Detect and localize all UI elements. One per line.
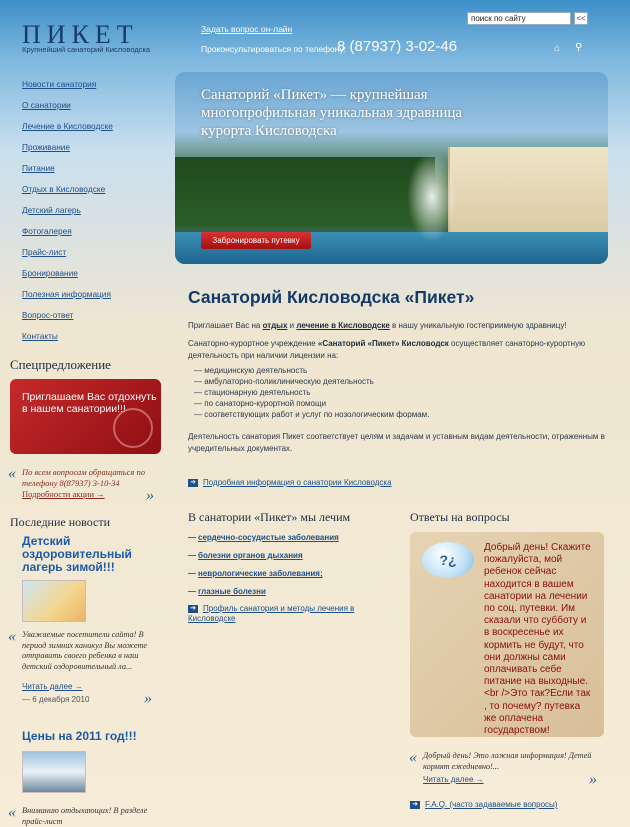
hero-banner: Санаторий «Пикет» — крупнейшая многопроф… xyxy=(175,72,608,264)
home-icon[interactable]: ⌂ xyxy=(554,44,564,54)
nav-item-food[interactable]: Питание xyxy=(22,158,172,179)
arrow-right-icon: ➜ xyxy=(188,604,198,613)
desc-text-a: Санаторно-курортное учреждение xyxy=(188,339,318,348)
list-item: медицинскую деятельность xyxy=(194,365,594,376)
quote-open-icon: « xyxy=(8,804,16,821)
question-bubble-icon: ?¿ xyxy=(422,542,474,578)
news-headline-2[interactable]: Цены на 2011 год!!! xyxy=(22,730,142,743)
hero-trees xyxy=(175,157,435,227)
nav-item-prices[interactable]: Прайс-лист xyxy=(22,242,172,263)
quote-open-icon: « xyxy=(8,465,16,482)
news-image-1[interactable] xyxy=(22,580,86,622)
list-item: соответствующих работ и услуг по нозолог… xyxy=(194,409,594,420)
search-button[interactable]: << xyxy=(574,12,588,25)
faq-title: Ответы на вопросы xyxy=(410,510,510,524)
news-date-1: — 6 декабря 2010 xyxy=(22,695,90,704)
nav-item-gallery[interactable]: Фотогалерея xyxy=(22,221,172,242)
intro-text-c: и xyxy=(287,321,297,330)
profile-link[interactable]: Профиль санатория и методы лечения в Кис… xyxy=(188,604,354,623)
treatment-item-cardio[interactable]: сердечно-сосудистые заболевания xyxy=(188,532,388,550)
intro-text-a: Приглашает Вас на xyxy=(188,321,263,330)
treatment-list: сердечно-сосудистые заболевания болезни … xyxy=(188,532,388,604)
nav-item-accommodation[interactable]: Проживание xyxy=(22,137,172,158)
news-text-1: Уважаемые посетители сайта! В период зим… xyxy=(22,630,148,671)
desc-org-name: «Санаторий «Пикет» Кисловодск xyxy=(317,339,449,348)
nav-item-treatment[interactable]: Лечение в Кисловодске xyxy=(22,116,172,137)
special-offer-note: По всем вопросам обращаться по телефону … xyxy=(22,467,162,500)
nav-item-kids-camp[interactable]: Детский лагерь xyxy=(22,200,172,221)
nav-item-booking[interactable]: Бронирование xyxy=(22,263,172,284)
leisure-link[interactable]: отдых xyxy=(263,321,288,330)
latest-news-title: Последние новости xyxy=(10,515,111,529)
special-offer-title: Спецпредложение xyxy=(10,357,111,372)
phone-number: 8 (87937) 3-02-46 xyxy=(337,38,458,55)
treatment-item-neuro[interactable]: неврологические заболевания; xyxy=(188,568,388,586)
special-offer-banner[interactable]: Приглашаем Вас отдохнуть в нашем санатор… xyxy=(10,379,161,454)
ask-online-link[interactable]: Задать вопрос он-лайн xyxy=(201,24,292,34)
special-offer-phone-text: По всем вопросам обращаться по телефону … xyxy=(22,467,145,488)
nav-item-info[interactable]: Полезная информация xyxy=(22,284,172,305)
faq-question-text: Добрый день! Скажите пожалуйста, мой реб… xyxy=(484,542,591,737)
treatment-item-respiratory[interactable]: болезни органов дыхания xyxy=(188,550,388,568)
detail-info-link-row[interactable]: ➜ Подробная информация о санатории Кислов… xyxy=(188,478,392,487)
arrow-right-icon: ➜ xyxy=(188,478,198,487)
treatment-link[interactable]: лечение в Кисловодске xyxy=(296,321,389,330)
nav-item-faq[interactable]: Вопрос-ответ xyxy=(22,305,172,326)
page-title: Санаторий Кисловодска «Пикет» xyxy=(188,287,475,307)
list-item: стационарную деятельность xyxy=(194,387,594,398)
intro-paragraph: Приглашает Вас на отдых и лечение в Кисл… xyxy=(188,320,618,332)
quote-close-icon: » xyxy=(146,487,154,504)
treatment-title: В санатории «Пикет» мы лечим xyxy=(188,510,351,524)
flower-ornament-icon xyxy=(113,408,153,448)
nav-item-news[interactable]: Новости санатория xyxy=(22,74,172,95)
phone-label: Проконсультироваться по телефону: xyxy=(201,44,347,54)
hero-fountain xyxy=(407,152,457,242)
search-input[interactable] xyxy=(467,12,571,25)
news-more-link-1[interactable]: Читать далее → xyxy=(22,682,83,691)
logo-subtitle: Крупнейший санаторий Кисловодска xyxy=(22,45,151,54)
hero-caption: Санаторий «Пикет» — крупнейшая многопроф… xyxy=(201,87,463,139)
faq-page-link[interactable]: F.A.Q. (часто задаваемые вопросы) xyxy=(425,800,557,809)
quote-open-icon: « xyxy=(8,628,16,645)
list-item: амбулаторно-поликлиническую деятельность xyxy=(194,376,594,387)
faq-answer-note: Добрый день! Это ложная информация! Дете… xyxy=(423,751,592,771)
detail-info-link[interactable]: Подробная информация о санатории Кислово… xyxy=(203,478,392,487)
nav-item-contacts[interactable]: Контакты xyxy=(22,326,172,347)
book-voucher-button[interactable]: Забронировать путевку xyxy=(201,232,311,249)
nav-item-about[interactable]: О санатории xyxy=(22,95,172,116)
faq-more-link[interactable]: Читать далее → xyxy=(423,775,484,784)
special-offer-more-link[interactable]: Подробности акции → xyxy=(22,489,105,499)
news-text-2: Вниманию отдыхающих! В разделе прайс-лис… xyxy=(22,806,148,826)
quote-close-icon: » xyxy=(589,771,597,788)
news-image-2[interactable] xyxy=(22,751,86,793)
arrow-right-icon: ➜ xyxy=(410,800,420,809)
activity-paragraph: Деятельность санатория Пикет соответству… xyxy=(188,432,605,453)
treatment-item-eye[interactable]: глазные болезни xyxy=(188,586,388,604)
description-paragraph: Санаторно-курортное учреждение «Санатори… xyxy=(188,338,618,362)
license-list: медицинскую деятельность амбулаторно-пол… xyxy=(194,365,594,420)
list-item: по санаторно-курортной помощи xyxy=(194,398,594,409)
quote-close-icon: » xyxy=(144,690,152,707)
quote-open-icon: « xyxy=(409,749,417,766)
sidebar-nav: Новости санатория О санатории Лечение в … xyxy=(22,74,172,347)
nav-item-leisure[interactable]: Отдых в Кисловодске xyxy=(22,179,172,200)
search-icon[interactable]: ⚲ xyxy=(575,43,585,53)
intro-text-e: в нашу уникальную гостеприимную здравниц… xyxy=(389,321,567,330)
profile-link-row[interactable]: ➜ Профиль санатория и методы лечения в Ки… xyxy=(188,604,388,624)
news-headline-1[interactable]: Детский оздоровительный лагерь зимой!!! xyxy=(22,535,142,574)
faq-question-box[interactable]: ?¿ Добрый день! Скажите пожалуйста, мой … xyxy=(410,532,604,737)
faq-link-row[interactable]: ➜ F.A.Q. (часто задаваемые вопросы) xyxy=(410,800,557,809)
